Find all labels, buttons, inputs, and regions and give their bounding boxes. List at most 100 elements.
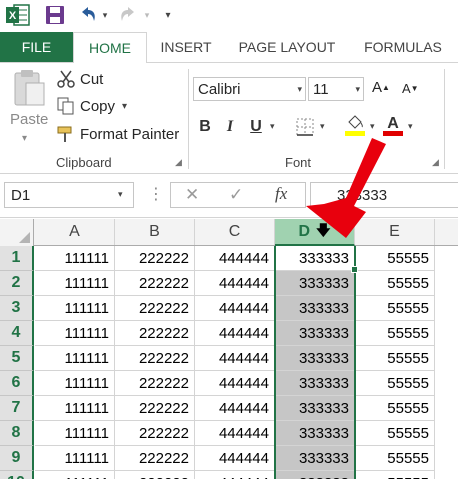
row-header[interactable]: 5 bbox=[0, 346, 34, 371]
cell-c7[interactable]: 444444 bbox=[195, 396, 275, 421]
font-launcher-icon[interactable]: ◢ bbox=[432, 157, 439, 168]
column-header-d[interactable]: D 🡇 bbox=[275, 219, 355, 246]
cell-e3[interactable]: 55555 bbox=[355, 296, 435, 321]
italic-button[interactable]: I bbox=[222, 115, 238, 139]
customize-toolbar-icon[interactable]: ▾ bbox=[162, 4, 174, 26]
cell-a4[interactable]: 111111 bbox=[35, 321, 115, 346]
cell-a7[interactable]: 111111 bbox=[35, 396, 115, 421]
tab-formulas[interactable]: FORMULAS bbox=[352, 32, 454, 62]
cell-b10[interactable]: 222222 bbox=[115, 471, 195, 479]
copy-icon[interactable] bbox=[56, 96, 76, 116]
cell-a2[interactable]: 111111 bbox=[35, 271, 115, 296]
cell-e5[interactable]: 55555 bbox=[355, 346, 435, 371]
cell-c6[interactable]: 444444 bbox=[195, 371, 275, 396]
cut-icon[interactable] bbox=[56, 69, 76, 89]
tab-insert[interactable]: INSERT bbox=[150, 32, 222, 62]
cell-d6[interactable]: 333333 bbox=[275, 371, 355, 396]
cell-d7[interactable]: 333333 bbox=[275, 396, 355, 421]
cell-c5[interactable]: 444444 bbox=[195, 346, 275, 371]
cell-b8[interactable]: 222222 bbox=[115, 421, 195, 446]
clipboard-launcher-icon[interactable]: ◢ bbox=[175, 157, 182, 168]
column-header-c[interactable]: C bbox=[195, 219, 275, 245]
font-name-select[interactable]: Calibri ▾ bbox=[193, 77, 306, 101]
insert-function-icon[interactable]: fx bbox=[275, 184, 287, 204]
format-painter-icon[interactable] bbox=[56, 124, 76, 144]
cell-a9[interactable]: 111111 bbox=[35, 446, 115, 471]
cell-a5[interactable]: 111111 bbox=[35, 346, 115, 371]
underline-button[interactable]: U bbox=[246, 115, 266, 139]
font-color-icon[interactable]: A bbox=[382, 113, 404, 137]
row-header[interactable]: 7 bbox=[0, 396, 34, 421]
cell-e4[interactable]: 55555 bbox=[355, 321, 435, 346]
cell-e1[interactable]: 55555 bbox=[355, 246, 435, 271]
cell-d3[interactable]: 333333 bbox=[275, 296, 355, 321]
row-header[interactable]: 10 bbox=[0, 471, 34, 479]
cell-d9[interactable]: 333333 bbox=[275, 446, 355, 471]
cell-d1[interactable]: 333333 bbox=[275, 246, 355, 271]
cell-a1[interactable]: 111111 bbox=[35, 246, 115, 271]
cell-c3[interactable]: 444444 bbox=[195, 296, 275, 321]
cell-b6[interactable]: 222222 bbox=[115, 371, 195, 396]
borders-dropdown-icon[interactable]: ▾ bbox=[320, 121, 325, 132]
cell-c8[interactable]: 444444 bbox=[195, 421, 275, 446]
cell-c2[interactable]: 444444 bbox=[195, 271, 275, 296]
row-header[interactable]: 9 bbox=[0, 446, 34, 471]
paste-dropdown-icon[interactable]: ▾ bbox=[22, 133, 27, 144]
select-all-button[interactable] bbox=[0, 219, 34, 246]
save-icon[interactable] bbox=[44, 4, 66, 26]
cell-b5[interactable]: 222222 bbox=[115, 346, 195, 371]
cell-b9[interactable]: 222222 bbox=[115, 446, 195, 471]
formula-input[interactable]: 333333 bbox=[310, 182, 458, 208]
cell-d5[interactable]: 333333 bbox=[275, 346, 355, 371]
cell-c4[interactable]: 444444 bbox=[195, 321, 275, 346]
cell-c9[interactable]: 444444 bbox=[195, 446, 275, 471]
tab-home[interactable]: HOME bbox=[73, 32, 147, 63]
redo-icon[interactable] bbox=[118, 4, 138, 26]
fill-handle[interactable] bbox=[351, 266, 358, 273]
font-size-select[interactable]: 11 ▾ bbox=[308, 77, 364, 101]
row-header[interactable]: 6 bbox=[0, 371, 34, 396]
column-header-e[interactable]: E bbox=[355, 219, 435, 245]
column-header-a[interactable]: A bbox=[35, 219, 115, 245]
cancel-icon[interactable]: ✕ bbox=[185, 185, 199, 205]
cell-b4[interactable]: 222222 bbox=[115, 321, 195, 346]
cell-d4[interactable]: 333333 bbox=[275, 321, 355, 346]
paste-button-label[interactable]: Paste bbox=[10, 111, 48, 128]
font-color-dropdown-icon[interactable]: ▾ bbox=[408, 121, 413, 132]
redo-dropdown-icon[interactable]: ▾ bbox=[142, 4, 152, 26]
bold-button[interactable]: B bbox=[196, 115, 214, 139]
cell-b3[interactable]: 222222 bbox=[115, 296, 195, 321]
name-box-dropdown-icon[interactable]: ▾ bbox=[118, 189, 123, 200]
underline-dropdown-icon[interactable]: ▾ bbox=[270, 121, 275, 132]
increase-font-size-button[interactable]: A ▲ bbox=[372, 79, 390, 96]
row-header[interactable]: 2 bbox=[0, 271, 34, 296]
cell-a8[interactable]: 111111 bbox=[35, 421, 115, 446]
cell-e10[interactable]: 55555 bbox=[355, 471, 435, 479]
cell-d2[interactable]: 333333 bbox=[275, 271, 355, 296]
cell-d10[interactable]: 333333 bbox=[275, 471, 355, 479]
cell-c1[interactable]: 444444 bbox=[195, 246, 275, 271]
formula-bar-grip-icon[interactable]: ⋮ bbox=[148, 184, 164, 204]
row-header[interactable]: 3 bbox=[0, 296, 34, 321]
decrease-font-size-button[interactable]: A ▼ bbox=[402, 81, 419, 96]
row-header[interactable]: 1 bbox=[0, 246, 34, 271]
copy-dropdown-icon[interactable]: ▾ bbox=[122, 96, 127, 116]
enter-icon[interactable]: ✓ bbox=[229, 185, 243, 205]
undo-icon[interactable] bbox=[78, 4, 98, 26]
column-header-b[interactable]: B bbox=[115, 219, 195, 245]
cell-b7[interactable]: 222222 bbox=[115, 396, 195, 421]
fill-color-icon[interactable] bbox=[344, 113, 366, 137]
borders-icon[interactable] bbox=[294, 115, 316, 139]
cell-a6[interactable]: 111111 bbox=[35, 371, 115, 396]
row-header[interactable]: 8 bbox=[0, 421, 34, 446]
cell-c10[interactable]: 444444 bbox=[195, 471, 275, 479]
cell-d8[interactable]: 333333 bbox=[275, 421, 355, 446]
cell-e9[interactable]: 55555 bbox=[355, 446, 435, 471]
name-box[interactable]: D1 bbox=[4, 182, 134, 208]
tab-file[interactable]: FILE bbox=[0, 32, 73, 62]
cell-a3[interactable]: 111111 bbox=[35, 296, 115, 321]
cell-a10[interactable]: 111111 bbox=[35, 471, 115, 479]
cell-b1[interactable]: 222222 bbox=[115, 246, 195, 271]
paste-icon[interactable] bbox=[12, 69, 46, 107]
tab-page-layout[interactable]: PAGE LAYOUT bbox=[228, 32, 346, 62]
